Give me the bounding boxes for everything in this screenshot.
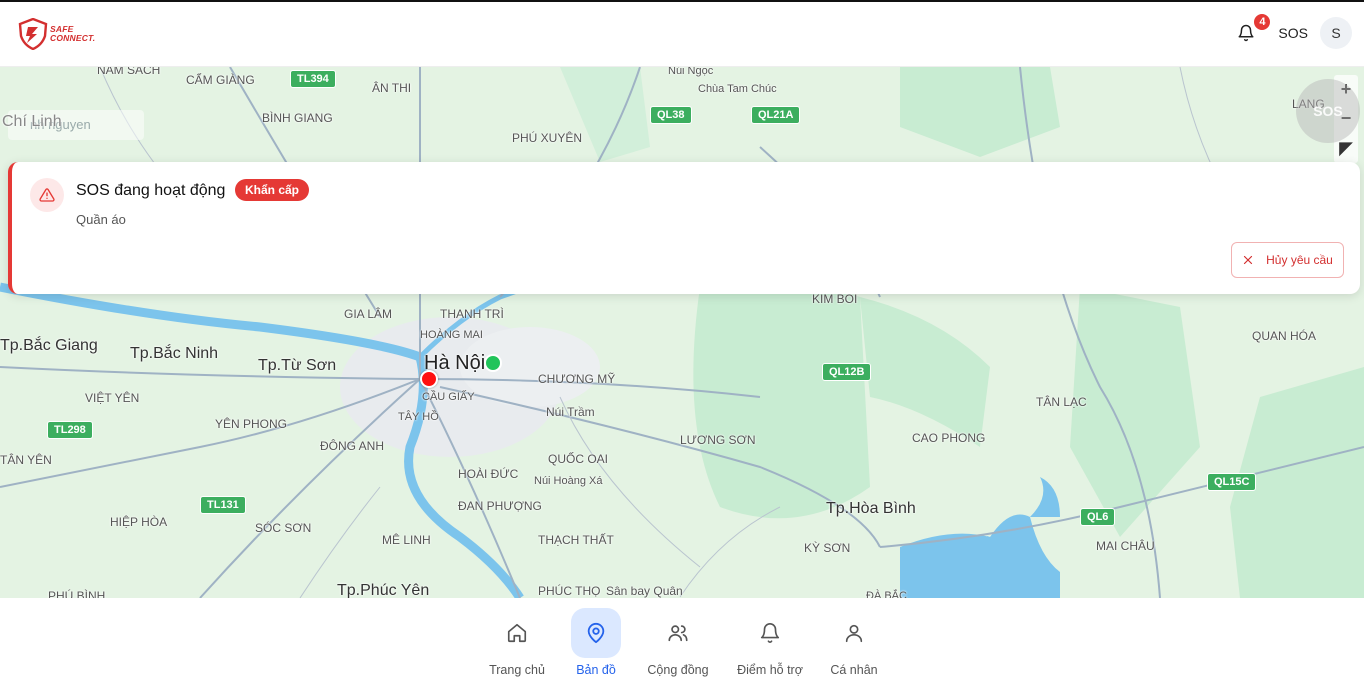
map-label: NAM SÁCH bbox=[97, 67, 161, 77]
map-label: HOÀI ĐỨC bbox=[458, 467, 519, 481]
nav-label: Cá nhân bbox=[830, 663, 878, 677]
alert-title: SOS đang hoạt động bbox=[76, 182, 226, 199]
emergency-badge: Khẩn cấp bbox=[235, 179, 310, 201]
map-view[interactable]: nh nguyen NAM SÁCH CẨM GIÀNG ÂN THI BÌNH… bbox=[0, 67, 1364, 598]
map-label: KỲ SƠN bbox=[804, 541, 851, 555]
nav-item-community[interactable]: Cộng đồng bbox=[638, 608, 718, 677]
map-label: Sân bay Quân bbox=[606, 584, 683, 598]
map-label: ĐAN PHƯỢNG bbox=[458, 499, 542, 513]
sos-header-link[interactable]: SOS bbox=[1278, 25, 1308, 41]
map-label: HIỆP HÒA bbox=[110, 515, 168, 529]
map-label: YÊN PHONG bbox=[215, 417, 288, 431]
shield-logo-icon bbox=[18, 18, 48, 50]
nav-label: Trang chủ bbox=[489, 663, 545, 677]
map-label: PHÚ BÌNH bbox=[48, 589, 106, 598]
map-label: Tp.Bắc Giang bbox=[0, 337, 98, 354]
map-label: TÂN YÊN bbox=[0, 453, 52, 467]
map-pin-icon bbox=[587, 622, 605, 644]
map-label: CHƯƠNG MỸ bbox=[538, 372, 616, 386]
alert-category: Quần áo bbox=[76, 212, 126, 227]
road-badge: TL298 bbox=[47, 421, 93, 439]
map-label: THẠCH THẤT bbox=[538, 533, 614, 547]
user-icon bbox=[845, 624, 863, 643]
map-label: PHÚ XUYÊN bbox=[512, 131, 583, 145]
map-label: ĐÀ BẮC bbox=[866, 590, 907, 598]
map-label: Tp.Từ Sơn bbox=[258, 357, 337, 374]
map-background bbox=[0, 67, 1364, 598]
user-location-marker[interactable] bbox=[420, 370, 438, 388]
bottom-navigation: Trang chủ Bản đồ Cộng đồng Điểm hỗ trợ C… bbox=[0, 598, 1364, 683]
road-badge: QL15C bbox=[1207, 473, 1257, 491]
close-icon bbox=[1244, 255, 1253, 265]
nav-label: Bản đồ bbox=[576, 663, 616, 677]
map-label: Tp.Phúc Yên bbox=[337, 582, 430, 598]
app-header: SAFE CONNECT. 4 SOS S bbox=[0, 0, 1364, 67]
road-badge: TL131 bbox=[200, 496, 246, 514]
map-label: SÓC SƠN bbox=[255, 521, 312, 535]
map-label: TÂY HỒ bbox=[398, 411, 439, 423]
map-label: GIA LÂM bbox=[344, 307, 393, 321]
map-label: MÊ LINH bbox=[382, 533, 431, 547]
map-label: VIỆT YÊN bbox=[85, 391, 140, 405]
nav-item-home[interactable]: Trang chủ bbox=[477, 608, 557, 677]
map-label: BÌNH GIANG bbox=[262, 111, 333, 125]
logo-text: SAFE CONNECT. bbox=[50, 24, 96, 43]
avatar[interactable]: S bbox=[1320, 17, 1352, 49]
map-label: PHÚC THỌ bbox=[538, 584, 601, 598]
map-label: CẦU GIẤY bbox=[422, 391, 475, 403]
road-badge: QL12B bbox=[822, 363, 872, 381]
map-label: LƯƠNG SƠN bbox=[680, 433, 756, 447]
app-logo[interactable]: SAFE CONNECT. bbox=[18, 18, 95, 50]
sos-floating-button[interactable]: SOS bbox=[1296, 79, 1360, 143]
home-icon bbox=[507, 623, 527, 643]
cancel-request-label: Hủy yêu cầu bbox=[1266, 253, 1333, 267]
road-badge: QL6 bbox=[1080, 508, 1116, 526]
nav-label: Cộng đồng bbox=[647, 663, 709, 677]
nav-item-profile[interactable]: Cá nhân bbox=[814, 608, 894, 677]
road-badge: QL38 bbox=[650, 106, 692, 124]
bell-icon bbox=[760, 623, 780, 643]
map-label: MAI CHÂU bbox=[1096, 539, 1155, 553]
cancel-request-button[interactable]: Hủy yêu cầu bbox=[1231, 242, 1344, 278]
map-label: Chí Linh bbox=[2, 113, 62, 130]
nav-label: Điểm hỗ trợ bbox=[737, 663, 803, 677]
map-label: Tp.Bắc Ninh bbox=[130, 345, 219, 362]
map-label: ÂN THI bbox=[372, 81, 412, 95]
map-label: CẨM GIÀNG bbox=[186, 73, 255, 87]
map-label: ĐÔNG ANH bbox=[320, 439, 385, 453]
map-label: Núi Hoàng Xá bbox=[534, 475, 603, 487]
users-icon bbox=[668, 625, 688, 642]
map-label: Núi Ngọc bbox=[668, 67, 714, 77]
map-label: Tp.Hòa Bình bbox=[826, 500, 916, 517]
compass-icon[interactable]: ◤ bbox=[1339, 138, 1353, 159]
road-badge: QL21A bbox=[751, 106, 801, 124]
map-label: CAO PHONG bbox=[912, 431, 986, 445]
nav-item-map[interactable]: Bản đồ bbox=[556, 608, 636, 677]
map-label: Núi Trầm bbox=[546, 405, 595, 419]
nav-item-support-points[interactable]: Điểm hỗ trợ bbox=[730, 608, 810, 677]
map-label: KIM BÔI bbox=[812, 292, 858, 306]
map-label: QUAN HÓA bbox=[1252, 329, 1317, 343]
notification-button[interactable]: 4 bbox=[1234, 12, 1273, 49]
road-badge: TL394 bbox=[290, 70, 336, 88]
sos-active-alert: SOS đang hoạt động Khẩn cấp Quần áo Hủy … bbox=[8, 162, 1360, 294]
notification-badge: 4 bbox=[1252, 12, 1273, 32]
map-label: HOÀNG MAI bbox=[420, 329, 483, 341]
map-label: Chùa Tam Chúc bbox=[698, 83, 777, 95]
map-label: THANH TRÌ bbox=[440, 307, 504, 321]
warning-icon bbox=[30, 178, 64, 212]
map-label: QUỐC OAI bbox=[548, 452, 609, 466]
map-label: TÂN LẠC bbox=[1036, 395, 1087, 409]
help-point-marker[interactable] bbox=[484, 354, 502, 372]
